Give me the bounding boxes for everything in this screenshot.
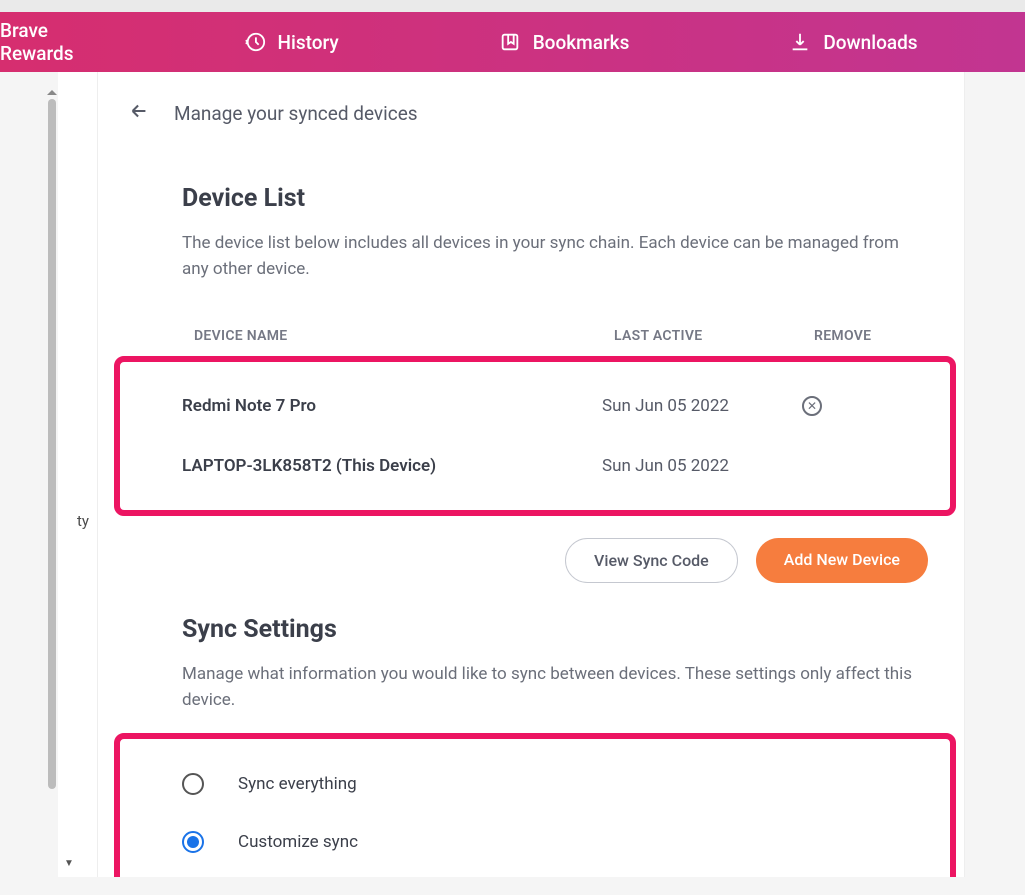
nav-label: History (278, 31, 339, 54)
radio-button[interactable] (182, 773, 204, 795)
back-button[interactable] (128, 100, 150, 126)
sync-settings-desc: Manage what information you would like t… (182, 662, 922, 713)
nav-history[interactable]: History (244, 31, 339, 54)
device-last-active: Sun Jun 05 2022 (602, 396, 802, 416)
col-header-active: LAST ACTIVE (614, 328, 814, 344)
radio-button[interactable] (182, 831, 204, 853)
main-panel: Manage your synced devices Device List T… (98, 72, 965, 877)
chevron-down-icon[interactable]: ▼ (64, 858, 74, 869)
scroll-thumb[interactable] (48, 99, 56, 789)
nav-label: Downloads (823, 31, 917, 54)
scroll-up-icon[interactable] (47, 90, 57, 95)
scrollbar[interactable] (46, 90, 58, 895)
sync-option-row[interactable]: Sync everything (182, 755, 888, 813)
sidebar-fragment: ty ▼ (58, 72, 98, 877)
radio-dot-icon (187, 836, 199, 848)
col-header-name: DEVICE NAME (194, 328, 614, 344)
sync-options-highlight: Sync everything Customize sync (114, 733, 956, 877)
device-last-active: Sun Jun 05 2022 (602, 456, 802, 476)
radio-label: Customize sync (238, 832, 358, 852)
nav-downloads[interactable]: Downloads (789, 31, 917, 54)
left-gutter (0, 72, 58, 877)
close-icon: ✕ (807, 400, 817, 412)
view-sync-code-button[interactable]: View Sync Code (565, 538, 738, 583)
remove-device-button[interactable]: ✕ (802, 396, 822, 416)
device-name: LAPTOP-3LK858T2 (This Device) (182, 456, 602, 476)
col-header-remove: REMOVE (814, 328, 914, 344)
device-row: LAPTOP-3LK858T2 (This Device)Sun Jun 05 … (182, 436, 888, 496)
sync-settings-title: Sync Settings (182, 615, 928, 644)
nav-bookmarks[interactable]: Bookmarks (499, 31, 630, 54)
history-icon (244, 31, 266, 53)
device-name: Redmi Note 7 Pro (182, 396, 602, 416)
add-new-device-button[interactable]: Add New Device (756, 538, 928, 583)
downloads-icon (789, 31, 811, 53)
device-row: Redmi Note 7 ProSun Jun 05 2022 ✕ (182, 376, 888, 436)
nav-brave-rewards[interactable]: Brave Rewards (0, 19, 74, 65)
device-list-title: Device List (182, 184, 928, 213)
arrow-left-icon (128, 100, 150, 122)
sidebar-text-frag: ty (77, 512, 89, 530)
nav-label: Bookmarks (533, 31, 630, 54)
browser-nav-bar: Brave Rewards History Bookmarks Download… (0, 12, 1025, 72)
page-title: Manage your synced devices (174, 102, 418, 125)
nav-label: Brave Rewards (0, 19, 74, 65)
bookmarks-icon (499, 31, 521, 53)
device-table-highlight: Redmi Note 7 ProSun Jun 05 2022✕LAPTOP-3… (114, 356, 956, 516)
sync-option-row[interactable]: Customize sync (182, 813, 888, 871)
radio-label: Sync everything (238, 774, 357, 794)
device-list-desc: The device list below includes all devic… (182, 231, 922, 282)
